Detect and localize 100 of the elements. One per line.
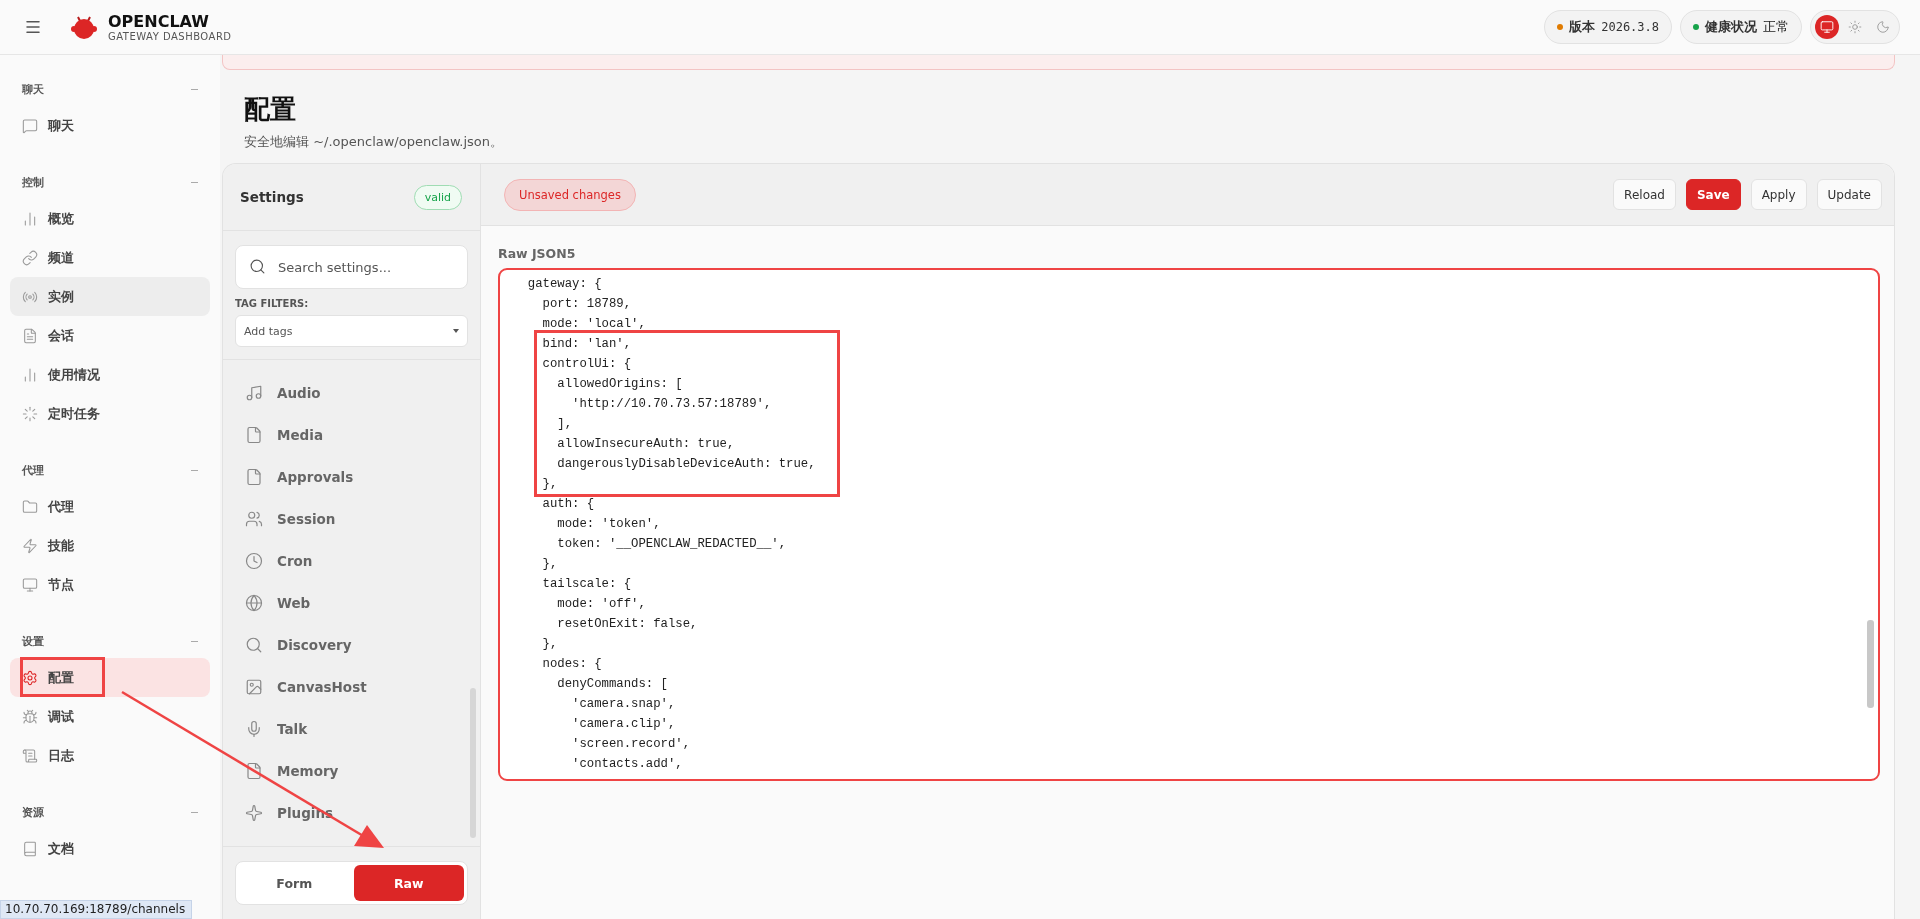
settings-section[interactable]: Talk: [245, 708, 462, 750]
sun-icon: [1848, 20, 1862, 34]
unsaved-badge: Unsaved changes: [504, 178, 636, 211]
code-line: 'camera.clip',: [571, 716, 677, 733]
code-line: },: [541, 476, 559, 493]
nav-icon: [22, 840, 38, 857]
tag-filters-label: TAG FILTERS:: [235, 298, 310, 309]
settings-section[interactable]: Session: [245, 498, 462, 540]
tag-select[interactable]: Add tags: [235, 315, 468, 347]
group-label: 控制: [22, 174, 44, 190]
valid-badge: valid: [413, 184, 462, 210]
theme-button[interactable]: [1815, 15, 1839, 39]
action-button[interactable]: Apply: [1750, 179, 1807, 210]
settings-section[interactable]: Audio: [245, 372, 462, 414]
section-icon: [245, 720, 263, 738]
settings-section[interactable]: Media: [245, 414, 462, 456]
code-line: 'screen.record',: [571, 736, 692, 753]
sidebar-item[interactable]: 配置: [10, 658, 210, 697]
health-value: 正常: [1763, 18, 1789, 36]
nav-icon: [22, 210, 38, 227]
code-line: port: 18789,: [541, 296, 633, 313]
group-label: 资源: [22, 804, 44, 820]
code-line: token: '__OPENCLAW_REDACTED__',: [556, 536, 788, 553]
group-label: 设置: [22, 633, 44, 649]
settings-section[interactable]: Web: [245, 582, 462, 624]
caret-icon: [453, 329, 459, 333]
code-line: auth: {: [541, 496, 596, 513]
page-title: 配置: [244, 93, 297, 126]
nav-icon: [22, 576, 38, 593]
section-icon: [245, 762, 263, 780]
code-line: resetOnExit: false,: [556, 616, 699, 633]
nav-icon: [22, 249, 38, 266]
nav-icon: [22, 537, 38, 554]
monitor-icon: [1820, 20, 1834, 34]
code-line: nodes: {: [541, 656, 603, 673]
action-button[interactable]: Save: [1685, 179, 1741, 210]
brand-name: OPENCLAW: [108, 12, 210, 31]
sidebar-item[interactable]: 定时任务: [10, 394, 210, 433]
scrollbar-thumb[interactable]: [1867, 620, 1874, 708]
code-line: bind: 'lan',: [541, 336, 633, 353]
settings-section[interactable]: CanvasHost: [245, 666, 462, 708]
sidebar-item[interactable]: 会话: [10, 316, 210, 355]
sidebar-item[interactable]: 实例: [10, 277, 210, 316]
section-icon: [245, 636, 263, 654]
section-icon: [245, 426, 263, 444]
mode-button[interactable]: Form: [239, 865, 350, 901]
code-line: mode: 'off',: [556, 596, 647, 613]
sidebar-item[interactable]: 使用情况: [10, 355, 210, 394]
status-url: 10.70.70.169:18789/channels: [0, 900, 193, 919]
group-label: 聊天: [22, 81, 44, 97]
code-line: 'camera.snap',: [571, 696, 677, 713]
sidebar-item[interactable]: 代理: [10, 487, 210, 526]
sidebar-item[interactable]: 频道: [10, 238, 210, 277]
code-line: 'contacts.add',: [571, 756, 684, 773]
nav-icon: [22, 327, 38, 344]
section-icon: [245, 510, 263, 528]
settings-section[interactable]: Memory: [245, 750, 462, 792]
version-label: 版本: [1569, 18, 1596, 36]
action-button[interactable]: Update: [1816, 179, 1882, 210]
mode-button[interactable]: Raw: [353, 865, 464, 901]
scrollbar-thumb[interactable]: [470, 688, 476, 838]
group-label: 代理: [22, 462, 44, 478]
sidebar-item[interactable]: 调试: [10, 697, 210, 736]
search-icon: [249, 258, 266, 275]
sidebar-item[interactable]: 文档: [10, 829, 210, 868]
code-editor[interactable]: [498, 268, 1880, 781]
sidebar-item[interactable]: 技能: [10, 526, 210, 565]
settings-section[interactable]: Discovery: [245, 624, 462, 666]
action-button[interactable]: Reload: [1613, 179, 1676, 210]
code-line: },: [541, 556, 559, 573]
sidebar-item[interactable]: 聊天: [10, 106, 210, 145]
code-line: gateway: {: [526, 276, 603, 293]
section-icon: [245, 468, 263, 486]
editor-label: Raw JSON5: [498, 246, 577, 261]
code-line: mode: 'token',: [556, 516, 662, 533]
code-line: ],: [556, 416, 574, 433]
nav-icon: [22, 498, 38, 515]
code-line: dangerouslyDisableDeviceAuth: true,: [556, 456, 817, 473]
search-field[interactable]: Search settings...: [235, 245, 468, 289]
settings-section[interactable]: Approvals: [245, 456, 462, 498]
sidebar-item[interactable]: 日志: [10, 736, 210, 775]
code-line: allowedOrigins: [: [556, 376, 684, 393]
menu-icon[interactable]: [24, 18, 42, 36]
moon-icon: [1876, 20, 1890, 34]
code-line: denyCommands: [: [556, 676, 669, 693]
section-icon: [245, 804, 263, 822]
settings-title: Settings: [240, 189, 304, 205]
page-subtitle: 安全地编辑 ~/.openclaw/openclaw.json。: [244, 133, 505, 151]
code-line: controlUi: {: [541, 356, 633, 373]
nav-icon: [22, 405, 38, 422]
section-icon: [245, 594, 263, 612]
code-line: 'http://10.70.73.57:18789',: [571, 396, 773, 413]
sidebar-item[interactable]: 概览: [10, 199, 210, 238]
settings-section[interactable]: Cron: [245, 540, 462, 582]
code-line: },: [541, 636, 559, 653]
health-label: 健康状况: [1705, 18, 1757, 36]
code-line: tailscale: {: [541, 576, 633, 593]
sidebar-item[interactable]: 节点: [10, 565, 210, 604]
section-icon: [245, 678, 263, 696]
version-value: 2026.3.8: [1601, 20, 1659, 34]
